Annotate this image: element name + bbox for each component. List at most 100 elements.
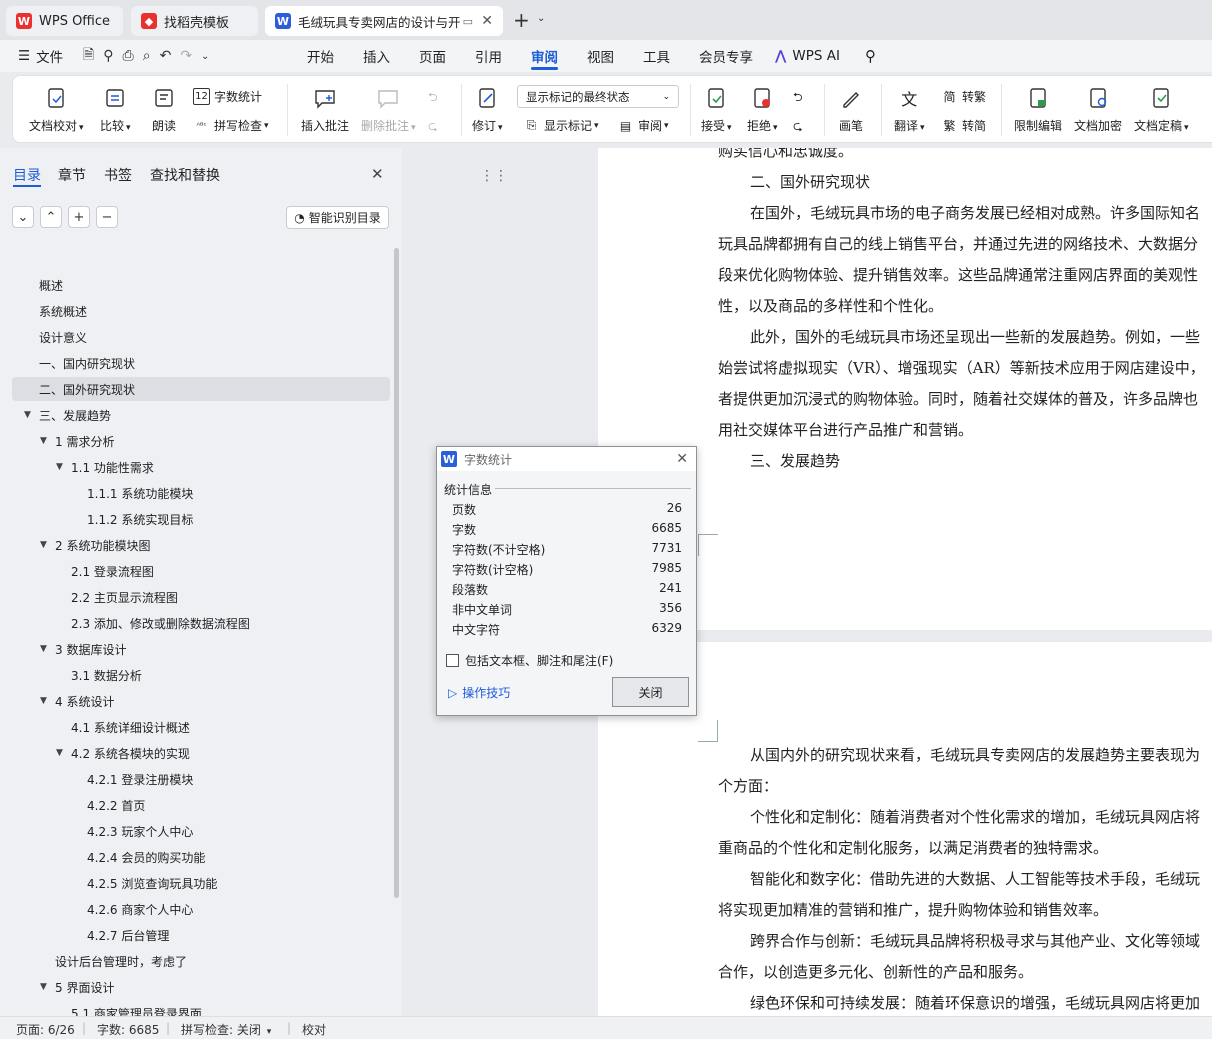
- tab-wps-office[interactable]: W WPS Office: [6, 6, 123, 36]
- reject-button[interactable]: 拒绝 ▾: [747, 86, 778, 134]
- toc-scrollbar[interactable]: [394, 248, 399, 898]
- doc-paragraph-line[interactable]: 玩具品牌都拥有自己的线上销售平台，并通过先进的网络技术、大数据分: [718, 233, 1198, 254]
- toc-item[interactable]: 设计意义: [12, 325, 390, 349]
- tips-link[interactable]: ▷ 操作技巧: [448, 684, 510, 701]
- close-icon[interactable]: ✕: [371, 165, 384, 183]
- toc-item[interactable]: 2.3 添加、修改或删除数据流程图: [12, 611, 390, 635]
- doc-paragraph-line[interactable]: 始尝试将虚拟现实（VR）、增强现实（AR）等新技术应用于网店建设中，: [718, 357, 1205, 378]
- toc-item[interactable]: ▼ 4 系统设计: [12, 689, 390, 713]
- tab-find-replace[interactable]: 查找和替换: [150, 165, 220, 185]
- collapse-all-button[interactable]: −: [96, 206, 118, 228]
- proofread-indicator[interactable]: 校对: [302, 1021, 326, 1038]
- doc-paragraph-line[interactable]: 二、国外研究现状: [750, 171, 870, 192]
- include-textbox-checkbox[interactable]: 包括文本框、脚注和尾注(F): [446, 652, 613, 669]
- more-chevron-icon[interactable]: ⌄: [201, 51, 218, 62]
- share-icon[interactable]: ⚲: [103, 48, 122, 64]
- page-indicator[interactable]: 页面: 6/26: [16, 1021, 75, 1038]
- menu-view[interactable]: 视图: [587, 40, 614, 72]
- review-pane-button[interactable]: ▤ 审阅 ▾: [617, 117, 669, 134]
- doc-paragraph-line[interactable]: 跨界合作与创新：毛绒玩具品牌将积极寻求与其他产业、文化等领域: [750, 930, 1200, 951]
- search-icon[interactable]: ⚲: [865, 40, 876, 72]
- toc-item[interactable]: ▼ 1 需求分析: [12, 429, 390, 453]
- doc-paragraph-line[interactable]: 智能化和数字化：借助先进的大数据、人工智能等技术手段，毛绒玩: [750, 868, 1200, 889]
- restrict-editing-button[interactable]: 限制编辑: [1014, 86, 1062, 134]
- insert-comment-button[interactable]: 插入批注: [301, 86, 349, 134]
- markup-state-select[interactable]: 显示标记的最终状态 ⌄: [517, 85, 679, 108]
- quick-access-toolbar[interactable]: 🗎 ⚲ ⎙ ⌕ ↶ ↷ ⌄: [83, 40, 218, 72]
- toc-item[interactable]: 4.2.6 商家个人中心: [12, 897, 390, 921]
- wps-ai-menu[interactable]: ⋀ WPS AI: [775, 40, 840, 72]
- expand-triangle-icon[interactable]: ▼: [40, 982, 47, 992]
- encrypt-button[interactable]: 文档加密: [1074, 86, 1122, 134]
- doc-paragraph-line[interactable]: 段来优化购物体验、提升销售效率。这些品牌通常注重网店界面的美观性: [718, 264, 1198, 285]
- tab-toc[interactable]: 目录: [13, 165, 41, 185]
- toc-item[interactable]: 1.1.2 系统实现目标: [12, 507, 390, 531]
- toc-item[interactable]: 4.2.3 玩家个人中心: [12, 819, 390, 843]
- close-icon[interactable]: ✕: [481, 13, 493, 29]
- toc-item[interactable]: ▼ 1.1 功能性需求: [12, 455, 390, 479]
- toc-item[interactable]: ▼ 2 系统功能模块图: [12, 533, 390, 557]
- toc-item[interactable]: 1.1.1 系统功能模块: [12, 481, 390, 505]
- toc-item[interactable]: 4.2.4 会员的购买功能: [12, 845, 390, 869]
- toc-item[interactable]: 2.1 登录流程图: [12, 559, 390, 583]
- expand-triangle-icon[interactable]: ▼: [56, 748, 63, 758]
- doc-paragraph-line[interactable]: 个性化和定制化：随着消费者对个性化需求的增加，毛绒玩具网店将: [750, 806, 1200, 827]
- toc-item[interactable]: 一、国内研究现状: [12, 351, 390, 375]
- toc-item[interactable]: 概述: [12, 273, 390, 297]
- read-aloud-button[interactable]: 朗读: [152, 86, 176, 134]
- next-change-icon[interactable]: ⮎: [793, 117, 803, 138]
- collapse-up-button[interactable]: ⌃: [40, 206, 62, 228]
- doc-paragraph-line[interactable]: 个方面：: [718, 775, 778, 796]
- expand-triangle-icon[interactable]: ▼: [40, 644, 47, 654]
- menu-start[interactable]: 开始: [307, 40, 334, 72]
- expand-triangle-icon[interactable]: ▼: [40, 436, 47, 446]
- print-preview-icon[interactable]: ⌕: [143, 48, 160, 64]
- tab-bookmarks[interactable]: 书签: [104, 165, 132, 185]
- compare-button[interactable]: 比较 ▾: [100, 86, 131, 134]
- expand-triangle-icon[interactable]: ▼: [24, 410, 31, 420]
- doc-paragraph-line[interactable]: 购买信心和忠诚度。: [718, 148, 853, 161]
- word-count-button[interactable]: 12 字数统计: [193, 88, 262, 105]
- next-comment-icon[interactable]: ⮎: [428, 117, 438, 138]
- doc-paragraph-line[interactable]: 在国外，毛绒玩具市场的电子商务发展已经相对成熟。许多国际知名: [750, 202, 1200, 223]
- accept-button[interactable]: 接受 ▾: [701, 86, 732, 134]
- toc-item[interactable]: 2.2 主页显示流程图: [12, 585, 390, 609]
- toc-item[interactable]: ▼ 3 数据库设计: [12, 637, 390, 661]
- file-menu[interactable]: ☰ 文件: [18, 40, 63, 72]
- toc-item[interactable]: 4.2.1 登录注册模块: [12, 767, 390, 791]
- monitor-icon[interactable]: ▭: [463, 15, 473, 28]
- toc-item[interactable]: 系统概述: [12, 299, 390, 323]
- doc-paragraph-line[interactable]: 绿色环保和可持续发展：随着环保意识的增强，毛绒玩具网店将更加: [750, 992, 1200, 1013]
- menu-insert[interactable]: 插入: [363, 40, 390, 72]
- menu-reference[interactable]: 引用: [475, 40, 502, 72]
- doc-paragraph-line[interactable]: 三、发展趋势: [750, 450, 840, 471]
- chevron-down-icon[interactable]: ⌄: [537, 13, 545, 24]
- spell-check-button[interactable]: ᴬᴮᶜ 拼写检查 ▾: [193, 117, 269, 134]
- to-traditional-button[interactable]: 简转繁: [941, 88, 986, 105]
- show-markup-button[interactable]: ⎘ 显示标记 ▾: [523, 117, 599, 134]
- to-simplified-button[interactable]: 繁转简: [941, 117, 986, 134]
- toc-item[interactable]: 设计后台管理时，考虑了: [12, 949, 390, 973]
- finalize-button[interactable]: 文档定稿 ▾: [1134, 86, 1189, 134]
- print-icon[interactable]: ⎙: [123, 48, 143, 64]
- tab-daoke-templates[interactable]: ◆ 找稻壳模板: [131, 6, 258, 36]
- doc-paragraph-line[interactable]: 性，以及商品的多样性和个性化。: [718, 295, 943, 316]
- pen-button[interactable]: 画笔: [839, 86, 863, 134]
- collapse-down-button[interactable]: ⌄: [12, 206, 34, 228]
- expand-triangle-icon[interactable]: ▼: [56, 462, 63, 472]
- toc-item[interactable]: 二、国外研究现状: [12, 377, 390, 401]
- doc-paragraph-line[interactable]: 从国内外的研究现状来看，毛绒玩具专卖网店的发展趋势主要表现为: [750, 744, 1200, 765]
- doc-paragraph-line[interactable]: 此外，国外的毛绒玩具市场还呈现出一些新的发展趋势。例如，一些: [750, 326, 1200, 347]
- menu-review[interactable]: 审阅: [531, 40, 558, 72]
- doc-paragraph-line[interactable]: 重商品的个性化和定制化服务，以满足消费者的独特需求。: [718, 837, 1108, 858]
- expand-triangle-icon[interactable]: ▼: [40, 540, 47, 550]
- translate-button[interactable]: 文翻译 ▾: [894, 86, 925, 134]
- toc-item[interactable]: 3.1 数据分析: [12, 663, 390, 687]
- checkbox-box[interactable]: [446, 654, 459, 667]
- track-changes-button[interactable]: 修订 ▾: [472, 86, 503, 134]
- redo-icon[interactable]: ↷: [180, 48, 201, 64]
- toc-item[interactable]: ▼ 三、发展趋势: [12, 403, 390, 427]
- delete-comment-button[interactable]: 删除批注 ▾: [361, 86, 416, 134]
- smart-toc-button[interactable]: ◔ 智能识别目录: [286, 206, 389, 229]
- doc-paragraph-line[interactable]: 者提供更加沉浸式的购物体验。同时，随着社交媒体的普及，许多品牌也: [718, 388, 1198, 409]
